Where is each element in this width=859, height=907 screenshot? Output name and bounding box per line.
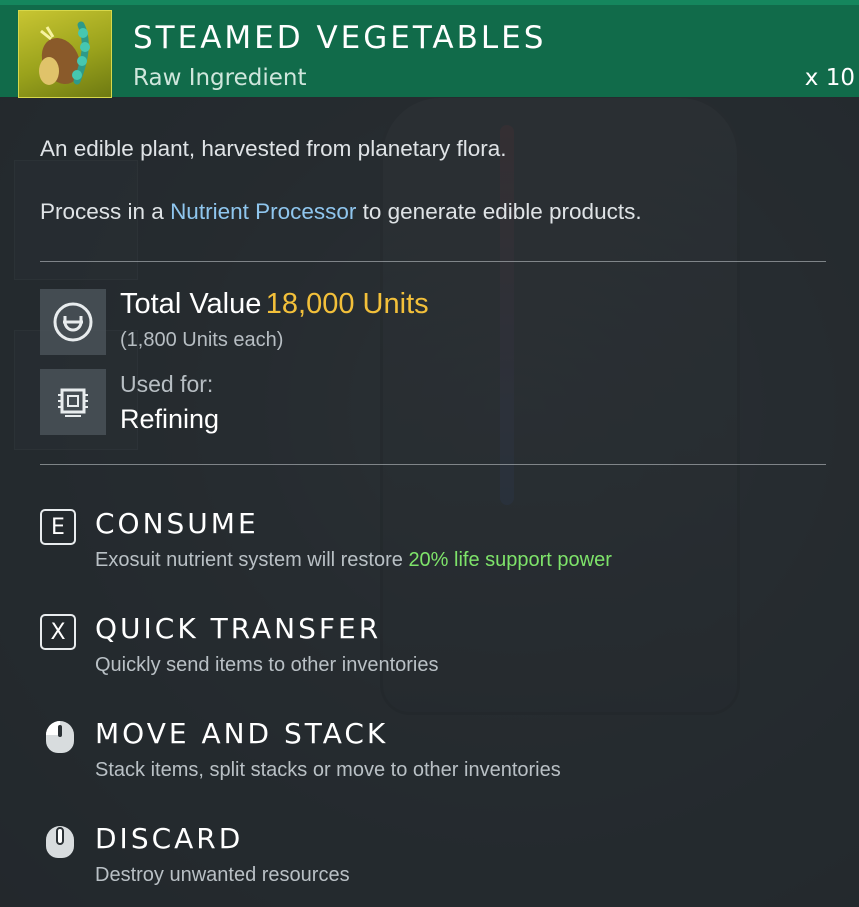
unit-value: (1,800 Units each) — [120, 329, 284, 351]
divider — [40, 261, 826, 262]
quick-transfer-action[interactable]: X QUICK TRANSFER Quickly send items to o… — [40, 612, 820, 692]
divider — [40, 464, 826, 465]
units-currency-icon — [40, 289, 106, 355]
consume-action[interactable]: E CONSUME Exosuit nutrient system will r… — [40, 507, 820, 587]
item-title: STEAMED VEGETABLES — [133, 20, 547, 56]
move-and-stack-description: Stack items, split stacks or move to oth… — [95, 759, 561, 781]
used-for-label: Used for: — [120, 371, 214, 397]
item-usage-hint: Process in a Nutrient Processor to gener… — [40, 199, 642, 225]
key-x-icon: X — [40, 614, 76, 650]
steamed-vegetables-icon — [18, 10, 112, 98]
mouse-middle-icon — [40, 822, 80, 862]
mouse-left-icon — [40, 717, 80, 757]
move-and-stack-action[interactable]: MOVE AND STACK Stack items, split stacks… — [40, 717, 820, 797]
discard-description: Destroy unwanted resources — [95, 864, 350, 886]
consume-desc-text: Exosuit nutrient system will restore — [95, 549, 409, 571]
nutrient-processor-link[interactable]: Nutrient Processor — [170, 199, 356, 224]
quick-transfer-title: QUICK TRANSFER — [95, 612, 382, 645]
item-category: Raw Ingredient — [133, 65, 307, 91]
move-and-stack-title: MOVE AND STACK — [95, 717, 389, 750]
consume-title: CONSUME — [95, 507, 259, 540]
item-description: An edible plant, harvested from planetar… — [40, 136, 507, 161]
item-tooltip-panel: STEAMED VEGETABLES Raw Ingredient x 10 A… — [0, 0, 859, 907]
quick-transfer-description: Quickly send items to other inventories — [95, 654, 439, 676]
used-for-value: Refining — [120, 404, 220, 434]
total-value-amount: 18,000 Units — [265, 288, 429, 320]
usage-hint-suffix: to generate edible products. — [356, 199, 642, 224]
consume-desc-highlight: 20% life support power — [408, 549, 612, 571]
discard-title: DISCARD — [95, 822, 244, 855]
item-header: STEAMED VEGETABLES Raw Ingredient x 10 — [0, 0, 859, 98]
total-value-label: Total Value — [120, 288, 262, 320]
discard-action[interactable]: DISCARD Destroy unwanted resources — [40, 822, 820, 902]
item-quantity: x 10 — [804, 65, 855, 91]
consume-description: Exosuit nutrient system will restore 20%… — [95, 549, 612, 572]
refiner-chip-icon — [40, 369, 106, 435]
total-value: Total Value 18,000 Units — [120, 288, 429, 321]
usage-hint-prefix: Process in a — [40, 199, 171, 224]
key-e-icon: E — [40, 509, 76, 545]
